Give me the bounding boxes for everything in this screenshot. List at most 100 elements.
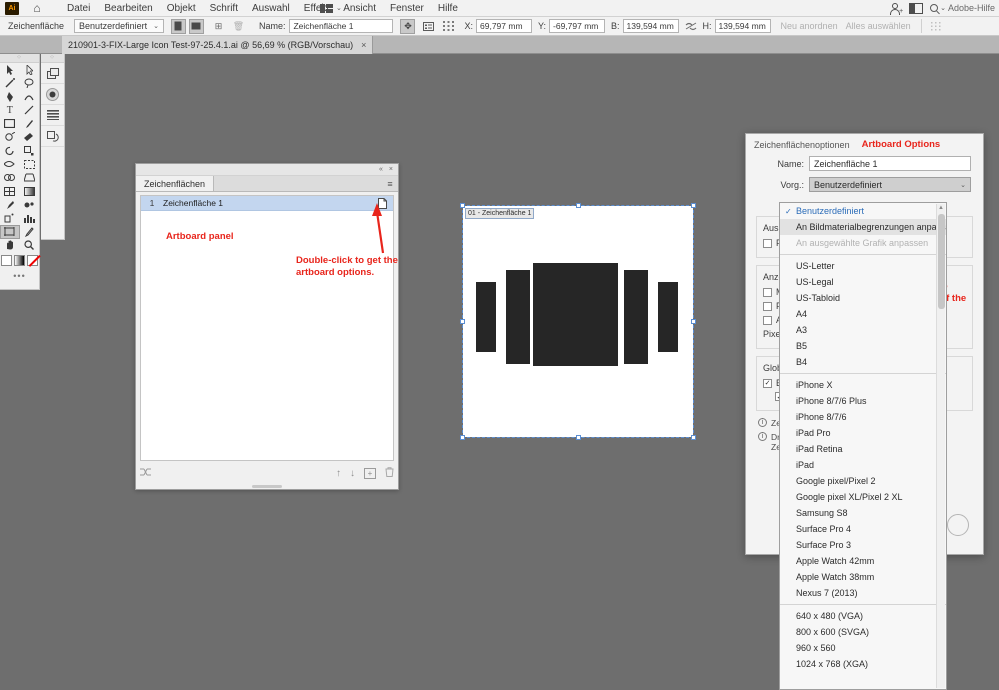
y-coordinate-input[interactable]: -69,797 mm: [549, 19, 606, 33]
free-transform-tool[interactable]: [20, 158, 40, 172]
rotate-tool[interactable]: [0, 144, 20, 158]
selection-handle[interactable]: [576, 435, 581, 440]
layers-panel-icon[interactable]: [41, 63, 64, 84]
dropdown-item[interactable]: 1024 x 768 (XGA): [780, 656, 946, 672]
properties-panel-icon[interactable]: [41, 105, 64, 126]
eyedropper-tool[interactable]: [0, 198, 20, 212]
panel-resize-grip[interactable]: [252, 485, 282, 488]
dialog-ok-button[interactable]: [947, 514, 969, 536]
dropdown-item[interactable]: Apple Watch 38mm: [780, 569, 946, 585]
dropdown-item[interactable]: iPad Pro: [780, 425, 946, 441]
curvature-tool[interactable]: [20, 90, 40, 104]
rectangle-tool[interactable]: [0, 117, 20, 131]
panel-menu-icon[interactable]: ≡: [382, 176, 398, 191]
dialog-name-input[interactable]: Zeichenfläche 1: [809, 156, 971, 171]
menu-item-bearbeiten[interactable]: Bearbeiten: [97, 0, 159, 17]
selection-handle[interactable]: [460, 435, 465, 440]
dropdown-item[interactable]: 800 x 600 (SVGA): [780, 624, 946, 640]
type-tool[interactable]: T: [0, 104, 20, 118]
dropdown-item[interactable]: Google pixel/Pixel 2: [780, 473, 946, 489]
artboard-tool[interactable]: [0, 225, 20, 239]
dropdown-item[interactable]: Apple Watch 42mm: [780, 553, 946, 569]
gradient-swatch[interactable]: [14, 255, 25, 266]
dropdown-item[interactable]: Benutzerdefiniert: [780, 203, 946, 219]
tab-zeichenflaechen[interactable]: Zeichenflächen: [136, 176, 215, 191]
width-tool[interactable]: [0, 158, 20, 172]
selection-handle[interactable]: [460, 319, 465, 324]
move-down-icon[interactable]: ↓: [350, 468, 355, 479]
dropdown-item[interactable]: Surface Pro 3: [780, 537, 946, 553]
menu-item-auswahl[interactable]: Auswahl: [245, 0, 297, 17]
global-checkbox[interactable]: ✓: [763, 378, 772, 388]
illustrator-logo[interactable]: Ai: [5, 1, 19, 15]
x-coordinate-input[interactable]: 69,797 mm: [476, 19, 532, 33]
new-artboard-icon[interactable]: ⊞: [211, 19, 226, 34]
libraries-panel-icon[interactable]: [41, 126, 64, 147]
dropdown-item[interactable]: US-Tabloid: [780, 290, 946, 306]
mesh-tool[interactable]: [0, 185, 20, 199]
scrollbar-thumb[interactable]: [938, 214, 945, 309]
preset-dropdown-menu[interactable]: BenutzerdefiniertAn Bildmaterialbegrenzu…: [779, 202, 947, 690]
menu-item-schrift[interactable]: Schrift: [203, 0, 245, 17]
dropdown-item[interactable]: B5: [780, 338, 946, 354]
dropdown-scrollbar[interactable]: ▲: [936, 204, 945, 688]
symbol-sprayer-tool[interactable]: [0, 212, 20, 226]
dropdown-item[interactable]: iPad Retina: [780, 441, 946, 457]
shape-builder-tool[interactable]: [0, 171, 20, 185]
dropdown-item[interactable]: 960 x 560: [780, 640, 946, 656]
selection-handle[interactable]: [691, 435, 696, 440]
eraser-tool[interactable]: [20, 131, 40, 145]
dropdown-item[interactable]: Google pixel XL/Pixel 2 XL: [780, 489, 946, 505]
selection-handle[interactable]: [691, 319, 696, 324]
search-adobe-help[interactable]: ⌄ Adobe-Hilfe: [930, 3, 995, 13]
selection-handle[interactable]: [576, 203, 581, 208]
line-segment-tool[interactable]: [20, 104, 40, 118]
menu-item-objekt[interactable]: Objekt: [160, 0, 203, 17]
landscape-orientation-icon[interactable]: [188, 18, 204, 34]
artboard-options-icon[interactable]: [421, 19, 436, 34]
artboard-container[interactable]: 01 - Zeichenfläche 1: [460, 203, 696, 440]
dropdown-item[interactable]: iPad: [780, 457, 946, 473]
dropdown-item[interactable]: An Bildmaterialbegrenzungen anpassen: [780, 219, 946, 235]
home-icon[interactable]: ⌂: [30, 1, 44, 15]
dropdown-item[interactable]: iPhone 8/7/6: [780, 409, 946, 425]
edit-toolbar-icon[interactable]: •••: [0, 271, 39, 281]
dropdown-item[interactable]: US-Letter: [780, 258, 946, 274]
scroll-up-icon[interactable]: ▲: [937, 205, 945, 211]
collapse-icon[interactable]: «: [379, 166, 383, 173]
menu-item-fenster[interactable]: Fenster: [383, 0, 431, 17]
scale-tool[interactable]: [20, 144, 40, 158]
selection-tool[interactable]: [0, 63, 20, 77]
none-swatch[interactable]: [27, 255, 38, 266]
slice-tool[interactable]: [20, 225, 40, 239]
tools-panel-grip[interactable]: ⁘: [0, 54, 39, 63]
selection-handle[interactable]: [691, 203, 696, 208]
hand-tool[interactable]: [0, 239, 20, 253]
shaper-tool[interactable]: [0, 131, 20, 145]
magic-wand-tool[interactable]: [0, 77, 20, 91]
dropdown-item[interactable]: A3: [780, 322, 946, 338]
delete-artboard-icon[interactable]: 🗑: [231, 19, 246, 34]
transform-grid-icon[interactable]: [930, 19, 945, 34]
pen-tool[interactable]: [0, 90, 20, 104]
height-input[interactable]: 139,594 mm: [714, 19, 771, 33]
dropdown-item[interactable]: US-Legal: [780, 274, 946, 290]
video-safe-checkbox[interactable]: [763, 315, 772, 325]
artboard-name-input[interactable]: Zeichenfläche 1: [289, 19, 394, 33]
close-icon[interactable]: ×: [389, 166, 393, 173]
dialog-preset-select[interactable]: Benutzerdefiniert ⌄: [809, 177, 971, 192]
move-up-icon[interactable]: ↑: [336, 468, 341, 479]
menu-item-datei[interactable]: Datei: [60, 0, 97, 17]
perspective-grid-tool[interactable]: [20, 171, 40, 185]
artboard-name[interactable]: Zeichenfläche 1: [163, 198, 371, 208]
dropdown-item[interactable]: A4: [780, 306, 946, 322]
rearrange-artboards-icon[interactable]: [140, 467, 151, 480]
center-mark-checkbox[interactable]: [763, 287, 772, 297]
column-graph-tool[interactable]: [20, 212, 40, 226]
color-panel-icon[interactable]: [41, 84, 64, 105]
menu-item-hilfe[interactable]: Hilfe: [431, 0, 465, 17]
dropdown-item[interactable]: iPhone 8/7/6 Plus: [780, 393, 946, 409]
constrain-proportions-icon[interactable]: [684, 19, 699, 34]
orientation-checkbox[interactable]: [763, 238, 772, 248]
width-input[interactable]: 139,594 mm: [622, 19, 679, 33]
